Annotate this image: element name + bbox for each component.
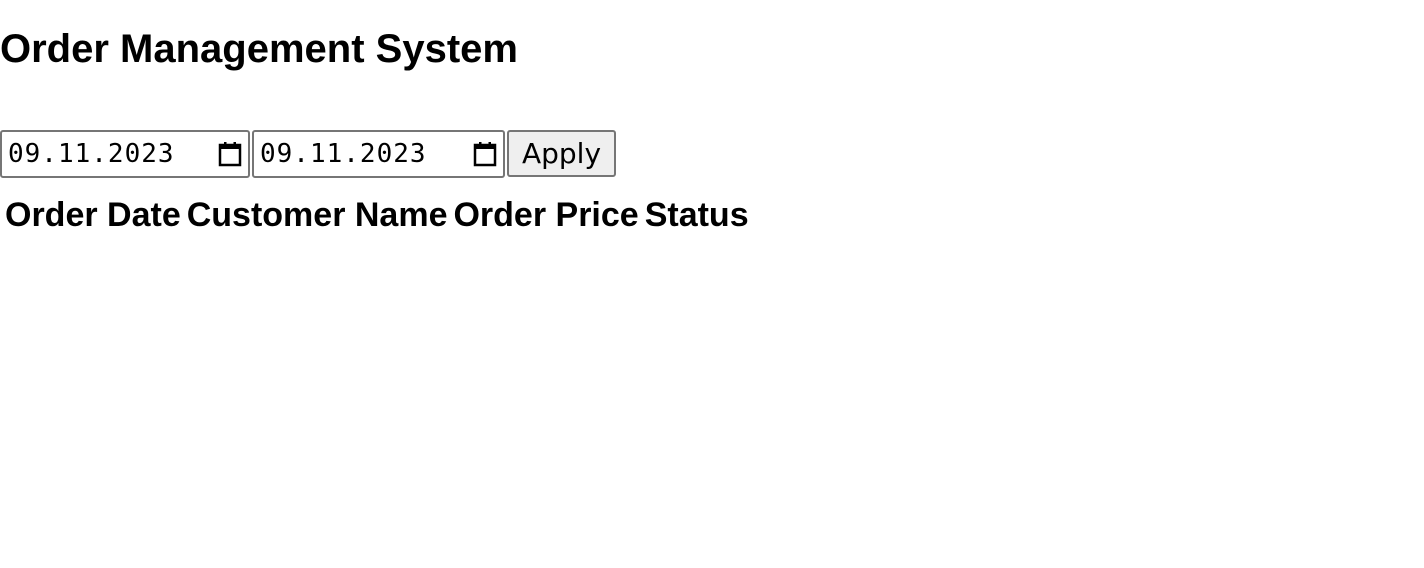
table-header-row: Order Date Customer Name Order Price Sta… [4,194,752,236]
end-date-input[interactable]: 09.11.2023 [252,130,505,178]
apply-button[interactable]: Apply [507,130,616,177]
column-header-status[interactable]: Status [644,194,752,236]
calendar-icon[interactable] [473,140,497,168]
calendar-icon[interactable] [218,140,242,168]
end-date-value: 09.11.2023 [260,139,427,169]
column-header-order-price[interactable]: Order Price [452,194,641,236]
date-filter-bar: 09.11.2023 09.11.2023 Apply [0,130,616,178]
column-header-customer-name[interactable]: Customer Name [186,194,451,236]
page-title: Order Management System [0,27,518,71]
orders-table: Order Date Customer Name Order Price Sta… [2,192,754,238]
start-date-input[interactable]: 09.11.2023 [0,130,250,178]
orders-table-header: Order Date Customer Name Order Price Sta… [4,194,752,236]
column-header-order-date[interactable]: Order Date [4,194,184,236]
start-date-value: 09.11.2023 [8,139,175,169]
